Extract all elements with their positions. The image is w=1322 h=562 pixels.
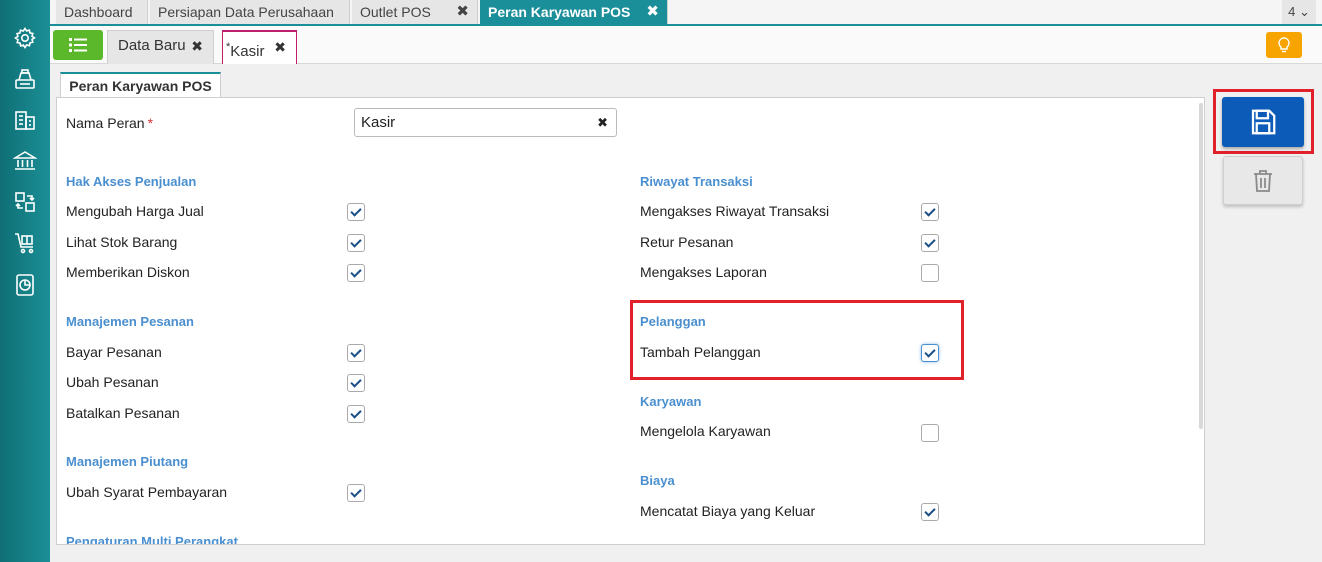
clear-icon[interactable]: ✖: [597, 109, 608, 136]
tab-label: Dashboard: [64, 4, 133, 20]
required-mark: *: [147, 115, 154, 131]
record-tab-bar: Data Baru ✖ *Kasir ✖: [50, 26, 1322, 64]
section-karyawan: Karyawan: [640, 394, 702, 409]
perm-label: Ubah Pesanan: [66, 374, 159, 390]
perm-label: Mengakses Laporan: [640, 264, 767, 280]
lightbulb-icon: [1278, 37, 1290, 53]
checkbox-retur-pesanan[interactable]: [921, 234, 939, 252]
gear-icon[interactable]: [11, 24, 39, 52]
save-icon: [1251, 109, 1276, 135]
section-manajemen-piutang: Manajemen Piutang: [66, 454, 189, 469]
bank-icon[interactable]: [11, 147, 39, 175]
nama-peran-label: Nama Peran *: [66, 115, 154, 131]
subtab-label: Data Baru: [118, 37, 186, 54]
close-icon[interactable]: ✖: [191, 31, 203, 61]
tab-dashboard[interactable]: Dashboard: [56, 0, 148, 24]
scrollbar[interactable]: [1199, 103, 1203, 429]
tab-label: Peran Karyawan POS: [488, 4, 631, 20]
tab-count: 4: [1288, 4, 1296, 19]
chevron-down-icon: ⌄: [1298, 4, 1310, 19]
perm-label: Mencatat Biaya yang Keluar: [640, 503, 816, 519]
subtab-label: Kasir: [230, 43, 265, 60]
checkbox-mengakses-laporan[interactable]: [921, 264, 939, 282]
checkbox-lihat-stok-barang[interactable]: [347, 234, 365, 252]
sidebar: [0, 0, 50, 562]
trash-icon: [1254, 169, 1272, 192]
perm-label: Batalkan Pesanan: [66, 405, 180, 421]
perm-label: Mengakses Riwayat Transaksi: [640, 203, 830, 219]
checkbox-mencatat-biaya-yang-keluar[interactable]: [921, 503, 939, 521]
checkbox-mengubah-harga-jual[interactable]: [347, 203, 365, 221]
report-icon[interactable]: [11, 271, 39, 299]
perm-label: Memberikan Diskon: [66, 264, 190, 280]
checkbox-batalkan-pesanan[interactable]: [347, 405, 365, 423]
transfer-icon[interactable]: [11, 188, 39, 216]
perm-label: Retur Pesanan: [640, 234, 734, 250]
section-hak-akses-penjualan: Hak Akses Penjualan: [66, 174, 197, 189]
perm-label: Ubah Syarat Pembayaran: [66, 484, 228, 500]
tab-persiapan-data-perusahaan[interactable]: Persiapan Data Perusahaan: [150, 0, 350, 24]
section-riwayat-transaksi: Riwayat Transaksi: [640, 174, 753, 189]
section-biaya: Biaya: [640, 473, 675, 488]
list-menu-button[interactable]: [53, 30, 103, 60]
perm-label: Lihat Stok Barang: [66, 234, 178, 250]
cash-register-icon[interactable]: [11, 65, 39, 93]
nama-peran-input[interactable]: Kasir ✖: [354, 108, 617, 137]
checkbox-ubah-syarat-pembayaran[interactable]: [347, 484, 365, 502]
subtab-data-baru[interactable]: Data Baru ✖: [107, 30, 214, 64]
subtab-kasir[interactable]: *Kasir ✖: [222, 30, 297, 64]
tab-outlet-pos[interactable]: Outlet POS ✖: [352, 0, 478, 24]
perm-label: Mengelola Karyawan: [640, 423, 771, 439]
list-icon: [69, 38, 87, 52]
tab-count-dropdown[interactable]: 4 ⌄: [1282, 0, 1316, 24]
checkbox-bayar-pesanan[interactable]: [347, 344, 365, 362]
tab-bar: Dashboard Persiapan Data Perusahaan Outl…: [50, 0, 1322, 26]
highlight-pelanggan: [630, 300, 964, 380]
tips-button[interactable]: [1266, 32, 1302, 58]
cart-icon[interactable]: [11, 229, 39, 257]
tab-peran-karyawan-pos[interactable]: Peran Karyawan POS ✖: [480, 0, 668, 24]
save-button[interactable]: [1222, 97, 1304, 147]
close-icon[interactable]: ✖: [274, 32, 286, 62]
checkbox-mengelola-karyawan[interactable]: [921, 424, 939, 442]
checkbox-mengakses-riwayat-transaksi[interactable]: [921, 203, 939, 221]
section-manajemen-pesanan: Manajemen Pesanan: [66, 314, 194, 329]
perm-label: Mengubah Harga Jual: [66, 203, 204, 219]
input-value: Kasir: [361, 114, 396, 131]
checkbox-ubah-pesanan[interactable]: [347, 374, 365, 392]
form-tab-peran-karyawan-pos[interactable]: Peran Karyawan POS: [60, 72, 221, 98]
delete-button[interactable]: [1223, 156, 1303, 205]
perm-label: Bayar Pesanan: [66, 344, 162, 360]
checkbox-memberikan-diskon[interactable]: [347, 264, 365, 282]
close-icon[interactable]: ✖: [646, 0, 659, 24]
tab-label: Outlet POS: [360, 4, 431, 20]
close-icon[interactable]: ✖: [456, 0, 469, 24]
building-icon[interactable]: [11, 106, 39, 134]
section-pengaturan-multi-perangkat: Pengaturan Multi Perangkat: [66, 534, 238, 545]
tab-label: Persiapan Data Perusahaan: [158, 4, 334, 20]
